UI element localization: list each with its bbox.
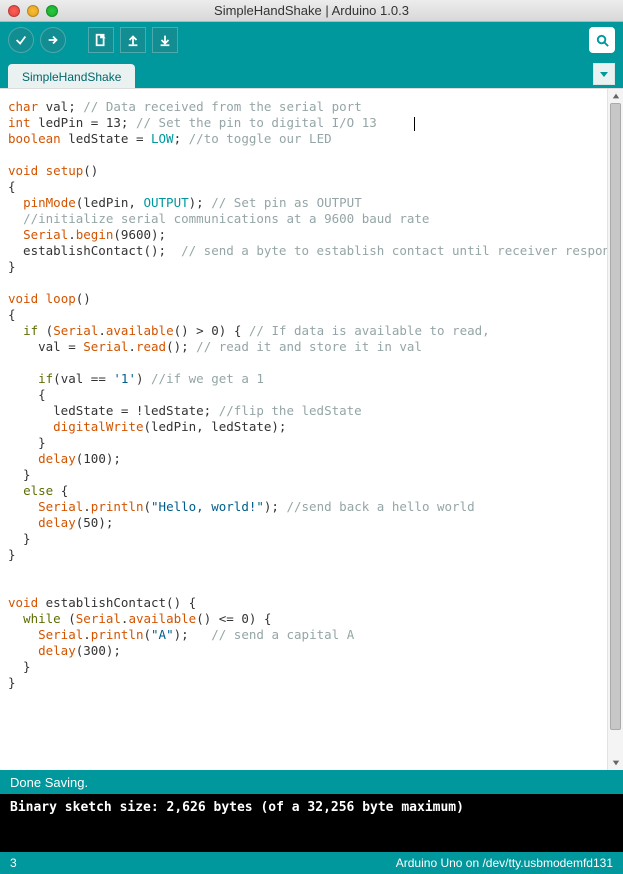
chevron-down-icon bbox=[599, 69, 609, 79]
scroll-thumb[interactable] bbox=[610, 103, 621, 730]
scroll-down-button[interactable] bbox=[608, 756, 623, 770]
arrow-up-icon bbox=[126, 33, 140, 47]
line-number: 3 bbox=[10, 856, 17, 870]
editor-area: char val; // Data received from the seri… bbox=[0, 88, 623, 770]
text-cursor bbox=[414, 117, 415, 131]
window-titlebar: SimpleHandShake | Arduino 1.0.3 bbox=[0, 0, 623, 22]
console-output[interactable]: Binary sketch size: 2,626 bytes (of a 32… bbox=[0, 794, 623, 852]
new-button[interactable] bbox=[88, 27, 114, 53]
file-icon bbox=[94, 33, 108, 47]
serial-monitor-button[interactable] bbox=[589, 27, 615, 53]
arrow-down-icon bbox=[158, 33, 172, 47]
tab-menu-button[interactable] bbox=[593, 63, 615, 85]
tab-bar: SimpleHandShake bbox=[0, 58, 623, 88]
verify-button[interactable] bbox=[8, 27, 34, 53]
sketch-tab[interactable]: SimpleHandShake bbox=[8, 64, 135, 88]
code-editor[interactable]: char val; // Data received from the seri… bbox=[0, 89, 607, 770]
toolbar bbox=[0, 22, 623, 58]
console-line: Binary sketch size: 2,626 bytes (of a 32… bbox=[10, 800, 464, 815]
status-bar: Done Saving. bbox=[0, 770, 623, 794]
status-message: Done Saving. bbox=[10, 775, 88, 790]
scroll-up-button[interactable] bbox=[608, 89, 623, 103]
check-icon bbox=[14, 33, 28, 47]
footer-bar: 3 Arduino Uno on /dev/tty.usbmodemfd131 bbox=[0, 852, 623, 874]
window-title: SimpleHandShake | Arduino 1.0.3 bbox=[0, 3, 623, 18]
arrow-right-icon bbox=[46, 33, 60, 47]
save-button[interactable] bbox=[152, 27, 178, 53]
open-button[interactable] bbox=[120, 27, 146, 53]
board-port-label: Arduino Uno on /dev/tty.usbmodemfd131 bbox=[396, 856, 613, 870]
magnifier-icon bbox=[595, 33, 610, 48]
vertical-scrollbar[interactable] bbox=[607, 89, 623, 770]
upload-button[interactable] bbox=[40, 27, 66, 53]
